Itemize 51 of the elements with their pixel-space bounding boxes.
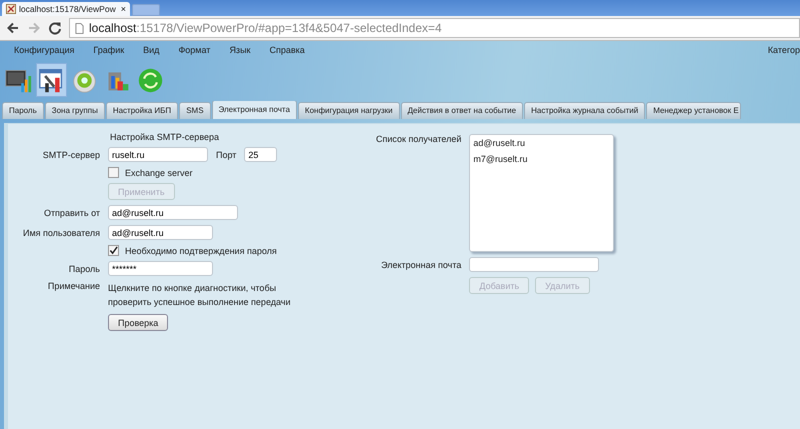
address-bar[interactable]: localhost:15178/ViewPowerPro/#app=13f4&5047-selectedIndex=4: [69, 18, 800, 38]
checkbox-label: Exchange server: [125, 168, 193, 178]
recipient-list[interactable]: ad@ruselt.ru m7@ruselt.ru: [469, 134, 614, 252]
page-icon: [6, 4, 16, 14]
menu-item[interactable]: Справка: [269, 45, 305, 55]
tab[interactable]: Зона группы: [44, 102, 105, 119]
tab[interactable]: Менеджер установок E: [646, 102, 741, 119]
menu-item[interactable]: Вид: [143, 45, 160, 55]
forward-icon[interactable]: [27, 21, 41, 35]
port-field[interactable]: 25: [244, 147, 278, 162]
list-item[interactable]: m7@ruselt.ru: [473, 154, 610, 164]
browser-tab[interactable]: localhost:15178/ViewPow ×: [2, 2, 130, 16]
checkbox[interactable]: [108, 245, 119, 256]
username-field[interactable]: ad@ruselt.ru: [108, 225, 213, 240]
field-label: Имя пользователя: [22, 228, 100, 238]
checkbox[interactable]: [108, 167, 119, 178]
section-heading: Настройка SMTP-сервера: [110, 132, 220, 142]
email-field[interactable]: [469, 257, 600, 272]
tab[interactable]: Пароль: [2, 102, 44, 119]
field-label: Отправить от: [42, 208, 100, 218]
tab[interactable]: SMS: [179, 102, 211, 119]
tab-title: localhost:15178/ViewPow: [19, 4, 117, 14]
test-button[interactable]: Проверка: [108, 314, 168, 331]
menu-item[interactable]: Язык: [229, 45, 250, 55]
reload-icon[interactable]: [48, 21, 62, 35]
field-label: SMTP-сервер: [42, 150, 100, 160]
list-item[interactable]: ad@ruselt.ru: [473, 138, 610, 148]
tab[interactable]: Конфигурация нагрузки: [298, 102, 400, 119]
tab[interactable]: Электронная почта: [212, 101, 297, 119]
smtp-server-field[interactable]: ruselt.ru: [108, 147, 208, 162]
tab[interactable]: Настройка журнала событий: [524, 102, 646, 119]
tab[interactable]: Настройка ИБП: [106, 102, 178, 119]
close-tab-button[interactable]: ×: [120, 4, 126, 14]
field-label: Порт: [216, 150, 236, 160]
field-label: Примечание: [46, 281, 100, 291]
password-field[interactable]: *******: [108, 261, 213, 276]
tab[interactable]: Действия в ответ на событие: [400, 102, 524, 119]
new-tab-button[interactable]: [132, 4, 160, 16]
back-icon[interactable]: [6, 21, 20, 35]
checkbox-label: Необходимо подтверждения пароля: [125, 246, 277, 256]
toolbar-button[interactable]: [37, 64, 66, 96]
menu-item[interactable]: Конфигурация: [14, 45, 74, 55]
field-label: Пароль: [68, 264, 100, 274]
category-label: Категор: [768, 45, 800, 55]
menu-item[interactable]: График: [93, 45, 124, 55]
menu-item[interactable]: Формат: [178, 45, 210, 55]
note-text: Щелкните по кнопке диагностики, чтобы проверить успешное выполнение передачи: [108, 282, 292, 309]
field-label: Список получателей: [376, 134, 462, 144]
field-label: Электронная почта: [380, 260, 462, 270]
sender-field[interactable]: ad@ruselt.ru: [108, 205, 238, 220]
page-icon: [75, 22, 84, 34]
